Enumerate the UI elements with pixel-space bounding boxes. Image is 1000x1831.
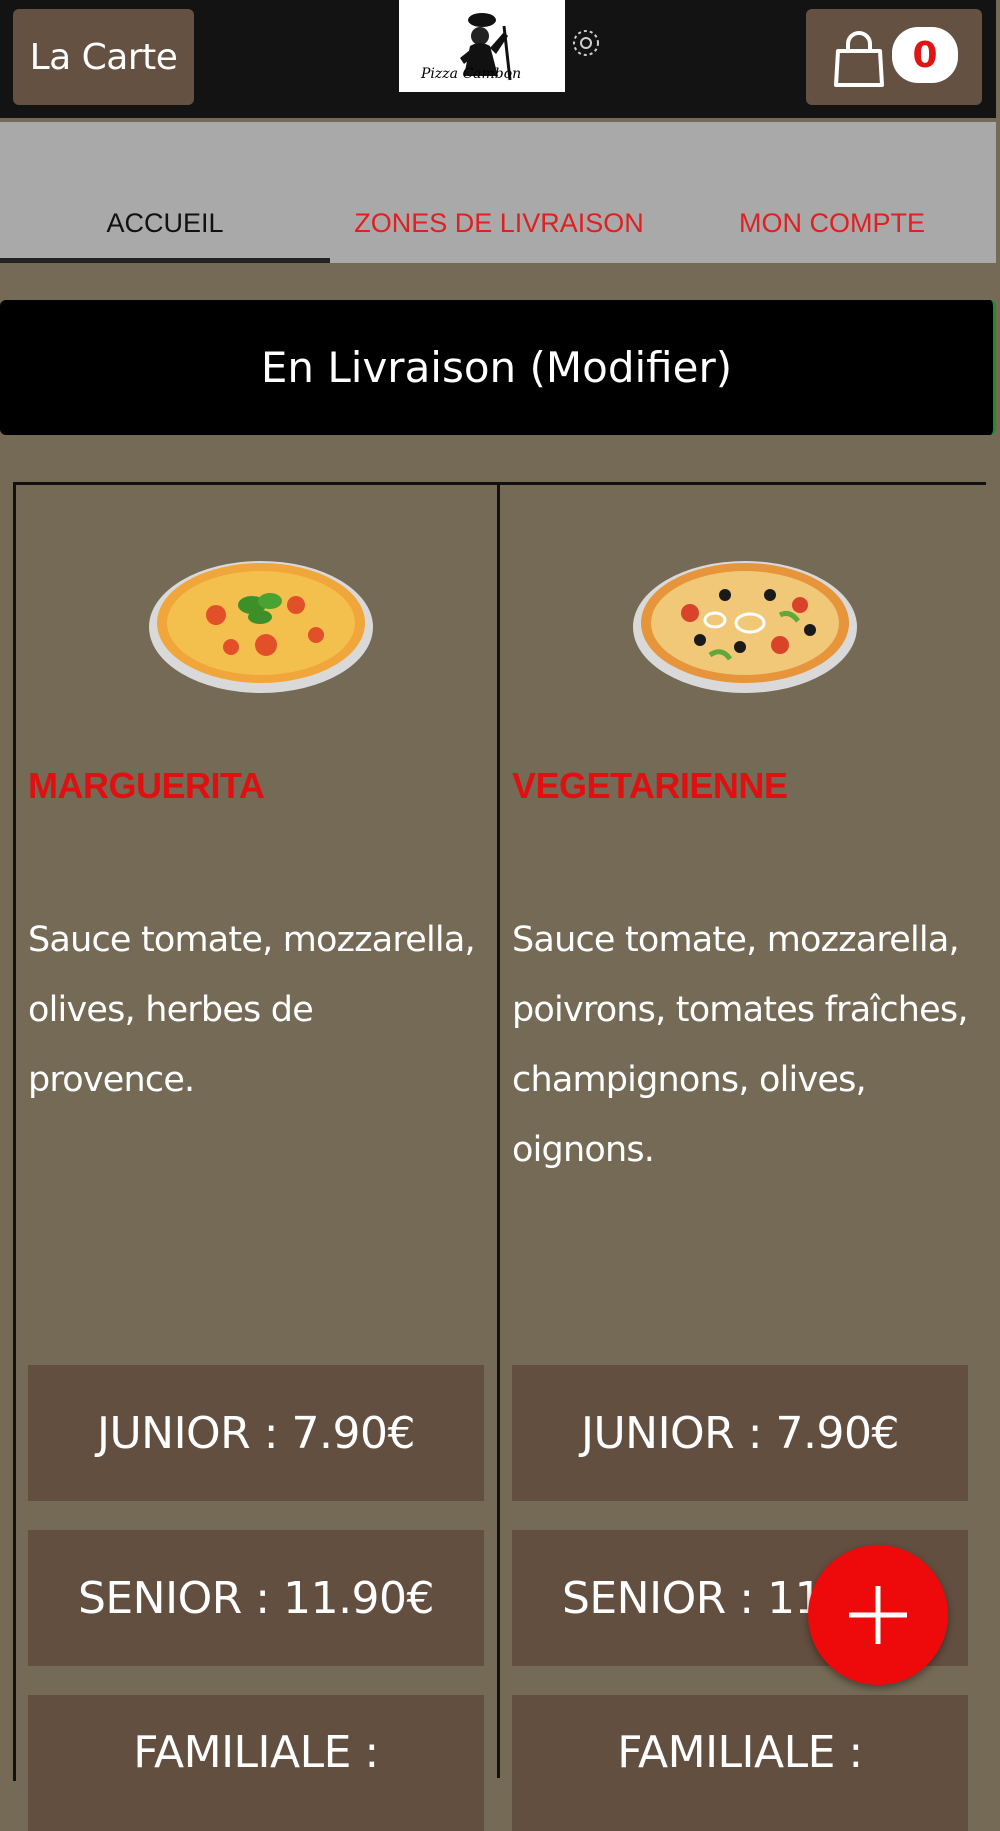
tab-accueil[interactable]: ACCUEIL [0,208,330,258]
la-carte-button[interactable]: La Carte [13,9,194,105]
tab-accueil-label: ACCUEIL [106,208,224,238]
shopping-bag-icon [834,31,884,87]
pizza-marguerita-image[interactable] [146,535,376,695]
cart-button[interactable]: 0 [806,9,982,105]
tab-zones-de-livraison[interactable]: ZONES DE LIVRAISON [330,208,668,258]
price-senior-label: SENIOR : 11.90€ [77,1572,435,1624]
price-familiale-label: FAMILIALE : [617,1727,863,1778]
cart-count-badge: 0 [892,27,958,83]
price-junior-button[interactable]: JUNIOR : 7.90€ [512,1365,968,1501]
tab-zones-label: ZONES DE LIVRAISON [354,208,644,238]
active-tab-indicator [0,258,330,263]
add-fab-button[interactable] [808,1545,948,1685]
tab-mon-compte[interactable]: MON COMPTE [668,208,996,258]
price-familiale-button[interactable]: FAMILIALE : [512,1695,968,1831]
price-senior-button[interactable]: SENIOR : 11.90€ [28,1530,484,1666]
pizza-vegetarienne-image[interactable] [630,535,860,695]
product-card-marguerita: MARGUERITA Sauce tomate, mozzarella, oli… [16,485,501,1831]
top-bar: La Carte Pizza Cambon 0 [0,0,996,118]
nav-tabs: ACCUEIL ZONES DE LIVRAISON MON COMPTE [0,122,996,263]
product-description: Sauce tomate, mozzarella, poivrons, toma… [512,920,968,1170]
brand-logo[interactable]: Pizza Cambon [399,0,565,92]
loading-spinner-icon [573,30,599,56]
la-carte-label: La Carte [29,36,178,78]
price-familiale-button[interactable]: FAMILIALE : [28,1695,484,1831]
logo-text: Pizza Cambon [421,66,522,82]
plus-icon [849,1586,907,1644]
product-name: MARGUERITA [28,765,265,806]
product-name: VEGETARIENNE [512,765,788,806]
price-junior-button[interactable]: JUNIOR : 7.90€ [28,1365,484,1501]
delivery-mode-label: En Livraison (Modifier) [260,343,733,392]
tab-compte-label: MON COMPTE [739,208,925,238]
price-junior-label: JUNIOR : 7.90€ [96,1407,416,1459]
price-familiale-label: FAMILIALE : [133,1727,379,1778]
delivery-mode-button[interactable]: En Livraison (Modifier) [0,300,996,435]
price-junior-label: JUNIOR : 7.90€ [580,1407,900,1459]
product-description: Sauce tomate, mozzarella, olives, herbes… [28,920,476,1100]
